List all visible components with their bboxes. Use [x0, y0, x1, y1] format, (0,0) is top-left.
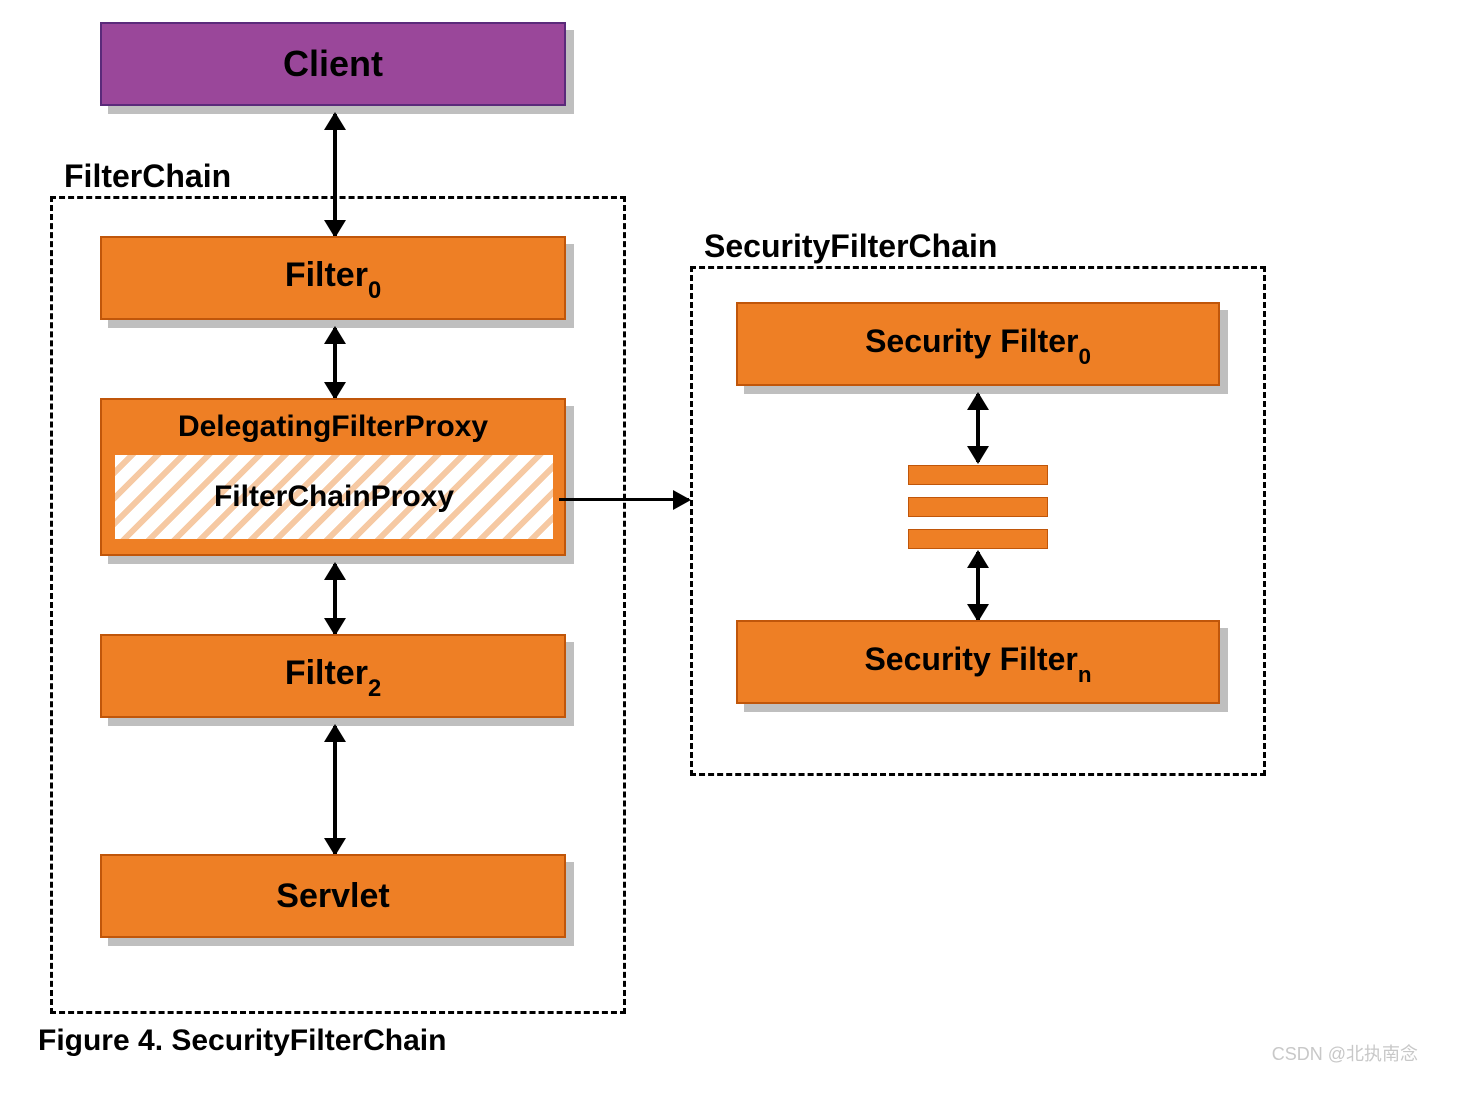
arrow-filter0-proxy: [333, 328, 337, 398]
security-filtern-box: Security Filtern: [736, 620, 1220, 704]
arrow-secfilter0-stack: [976, 394, 980, 462]
arrow-client-filter0: [333, 114, 337, 236]
client-label: Client: [283, 43, 383, 85]
figure-caption-text: Figure 4. SecurityFilterChain: [38, 1024, 446, 1057]
servlet-label: Servlet: [276, 877, 389, 916]
arrow-proxy-to-security: [559, 498, 689, 501]
watermark: CSDN @北执南念: [1272, 1040, 1418, 1066]
client-box: Client: [100, 22, 566, 106]
arrow-filter2-servlet: [333, 726, 337, 854]
filter2-box: Filter2: [100, 634, 566, 718]
security-filter0-label: Security Filter0: [865, 323, 1091, 365]
filter2-label: Filter2: [285, 654, 381, 699]
servlet-box: Servlet: [100, 854, 566, 938]
watermark-text: CSDN @北执南念: [1272, 1044, 1418, 1064]
security-filterchain-label-text: SecurityFilterChain: [704, 228, 997, 264]
filter0-label: Filter0: [285, 256, 381, 301]
filterchain-proxy-box: FilterChainProxy: [112, 452, 556, 542]
arrow-stack-secfiltern: [976, 552, 980, 620]
stack-bar-3: [908, 529, 1048, 549]
delegating-filter-proxy-title: DelegatingFilterProxy: [102, 400, 564, 452]
filter0-box: Filter0: [100, 236, 566, 320]
stack-bar-1: [908, 465, 1048, 485]
stack-bar-2: [908, 497, 1048, 517]
filterchain-label: FilterChain: [60, 158, 235, 195]
security-filter0-box: Security Filter0: [736, 302, 1220, 386]
security-filterchain-label: SecurityFilterChain: [700, 228, 1001, 265]
filterchain-label-text: FilterChain: [64, 158, 231, 194]
arrow-proxy-filter2: [333, 564, 337, 634]
figure-caption: Figure 4. SecurityFilterChain: [38, 1024, 446, 1058]
filterchain-proxy-label: FilterChainProxy: [214, 480, 454, 514]
security-filtern-label: Security Filtern: [864, 641, 1091, 683]
